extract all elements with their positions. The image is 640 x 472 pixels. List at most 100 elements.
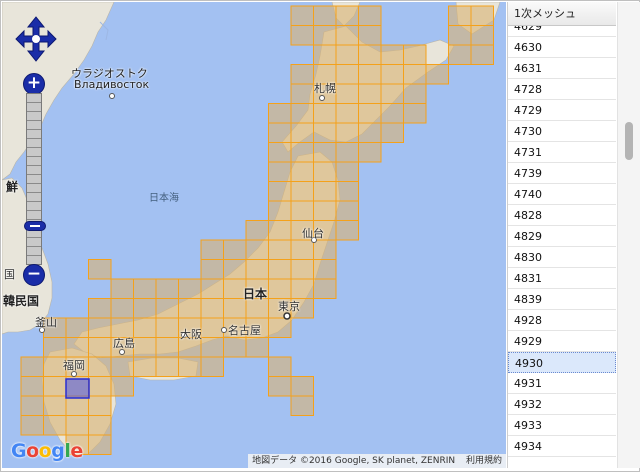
mesh-cell[interactable] <box>358 83 382 104</box>
mesh-cell[interactable] <box>223 337 247 358</box>
list-header[interactable]: 1次メッシュ <box>508 2 616 26</box>
mesh-cell[interactable] <box>133 317 157 338</box>
mesh-cell[interactable] <box>380 83 404 104</box>
list-item[interactable]: 4931 <box>508 373 616 394</box>
list-item[interactable]: 4828 <box>508 205 616 226</box>
mesh-cell[interactable] <box>335 220 359 241</box>
mesh-cell[interactable] <box>290 122 314 143</box>
list-item[interactable]: 4829 <box>508 226 616 247</box>
mesh-cell[interactable] <box>290 5 314 26</box>
pan-control[interactable] <box>15 15 57 63</box>
mesh-cell[interactable] <box>358 122 382 143</box>
mesh-cell[interactable] <box>313 142 337 163</box>
mesh-cell[interactable] <box>20 415 44 436</box>
mesh-cell[interactable] <box>200 259 224 280</box>
list-item[interactable]: 4830 <box>508 247 616 268</box>
mesh-cell[interactable] <box>335 161 359 182</box>
mesh-cell[interactable] <box>335 64 359 85</box>
mesh-cell[interactable] <box>380 64 404 85</box>
mesh-cell[interactable] <box>290 181 314 202</box>
mesh-cell[interactable] <box>290 395 314 416</box>
mesh-cell[interactable] <box>20 356 44 377</box>
mesh-cell[interactable] <box>313 181 337 202</box>
mesh-cell[interactable] <box>358 103 382 124</box>
mesh-cell[interactable] <box>155 337 179 358</box>
mesh-cell[interactable] <box>43 395 67 416</box>
list-item[interactable]: 4934 <box>508 436 616 457</box>
mesh-cell[interactable] <box>245 239 269 260</box>
mesh-cell[interactable] <box>268 317 292 338</box>
mesh-cell[interactable] <box>155 317 179 338</box>
mesh-cell[interactable] <box>403 83 427 104</box>
list-item[interactable]: 4630 <box>508 37 616 58</box>
mesh-cell[interactable] <box>200 317 224 338</box>
zoom-track[interactable] <box>24 93 46 265</box>
mesh-cell[interactable] <box>470 44 494 65</box>
mesh-cell[interactable] <box>403 103 427 124</box>
mesh-cell[interactable] <box>358 64 382 85</box>
mesh-cell[interactable] <box>313 200 337 221</box>
mesh-cell[interactable] <box>200 239 224 260</box>
mesh-cell[interactable] <box>65 415 89 436</box>
mesh-cell[interactable] <box>290 239 314 260</box>
zoom-out-button[interactable]: − <box>23 264 45 286</box>
mesh-cell[interactable] <box>268 200 292 221</box>
mesh-cell[interactable] <box>43 415 67 436</box>
mesh-cell[interactable] <box>290 259 314 280</box>
mesh-cell[interactable] <box>358 5 382 26</box>
mesh-cell[interactable] <box>290 200 314 221</box>
mesh-cell[interactable] <box>313 122 337 143</box>
mesh-cell[interactable] <box>335 44 359 65</box>
mesh-cell[interactable] <box>88 317 112 338</box>
list-item[interactable]: 4728 <box>508 79 616 100</box>
mesh-cell[interactable] <box>155 278 179 299</box>
mesh-cell[interactable] <box>133 278 157 299</box>
mesh-cell[interactable] <box>290 161 314 182</box>
mesh-cell[interactable] <box>290 103 314 124</box>
mesh-cell[interactable] <box>200 337 224 358</box>
mesh-cell[interactable] <box>380 122 404 143</box>
mesh-cell[interactable] <box>380 103 404 124</box>
mesh-cell[interactable] <box>268 278 292 299</box>
mesh-cell[interactable] <box>358 142 382 163</box>
mesh-cell[interactable] <box>200 298 224 319</box>
mesh-cell[interactable] <box>88 376 112 397</box>
mesh-cell[interactable] <box>88 337 112 358</box>
zoom-slider-thumb[interactable] <box>24 221 46 231</box>
list-item[interactable]: 4932 <box>508 394 616 415</box>
mesh-cell[interactable] <box>20 395 44 416</box>
mesh-cell[interactable] <box>268 356 292 377</box>
google-logo[interactable]: Google <box>11 440 83 462</box>
mesh-cell[interactable] <box>335 103 359 124</box>
mesh-cell[interactable] <box>470 5 494 26</box>
mesh-cell[interactable] <box>88 434 112 455</box>
mesh-cell[interactable] <box>380 44 404 65</box>
mesh-cell[interactable] <box>43 337 67 358</box>
mesh-cell[interactable] <box>178 278 202 299</box>
mesh-cell[interactable] <box>65 317 89 338</box>
mesh-cell[interactable] <box>403 64 427 85</box>
mesh-cell[interactable] <box>245 337 269 358</box>
mesh-cell[interactable] <box>313 44 337 65</box>
zoom-in-button[interactable]: + <box>23 73 45 95</box>
mesh-cell[interactable] <box>425 64 449 85</box>
mesh-cell[interactable] <box>313 103 337 124</box>
mesh-cell[interactable] <box>65 395 89 416</box>
mesh-cell[interactable] <box>200 356 224 377</box>
mesh-cell[interactable] <box>20 376 44 397</box>
mesh-cell[interactable] <box>313 278 337 299</box>
mesh-cell[interactable] <box>403 44 427 65</box>
mesh-cell[interactable] <box>335 5 359 26</box>
mesh-cell[interactable] <box>245 220 269 241</box>
mesh-cell[interactable] <box>88 415 112 436</box>
list-item[interactable]: 4739 <box>508 163 616 184</box>
list-scrollbar-thumb[interactable] <box>625 122 633 160</box>
mesh-cell[interactable] <box>290 376 314 397</box>
mesh-cell[interactable] <box>335 142 359 163</box>
mesh-cell[interactable] <box>110 278 134 299</box>
list-item[interactable]: 4729 <box>508 100 616 121</box>
mesh-list[interactable]: 4629 4630 4631 4728 4729 4730 4731 4739 4740 4828… <box>508 16 616 457</box>
mesh-cell[interactable] <box>268 376 292 397</box>
mesh-cell[interactable] <box>43 376 67 397</box>
mesh-cell[interactable] <box>268 239 292 260</box>
